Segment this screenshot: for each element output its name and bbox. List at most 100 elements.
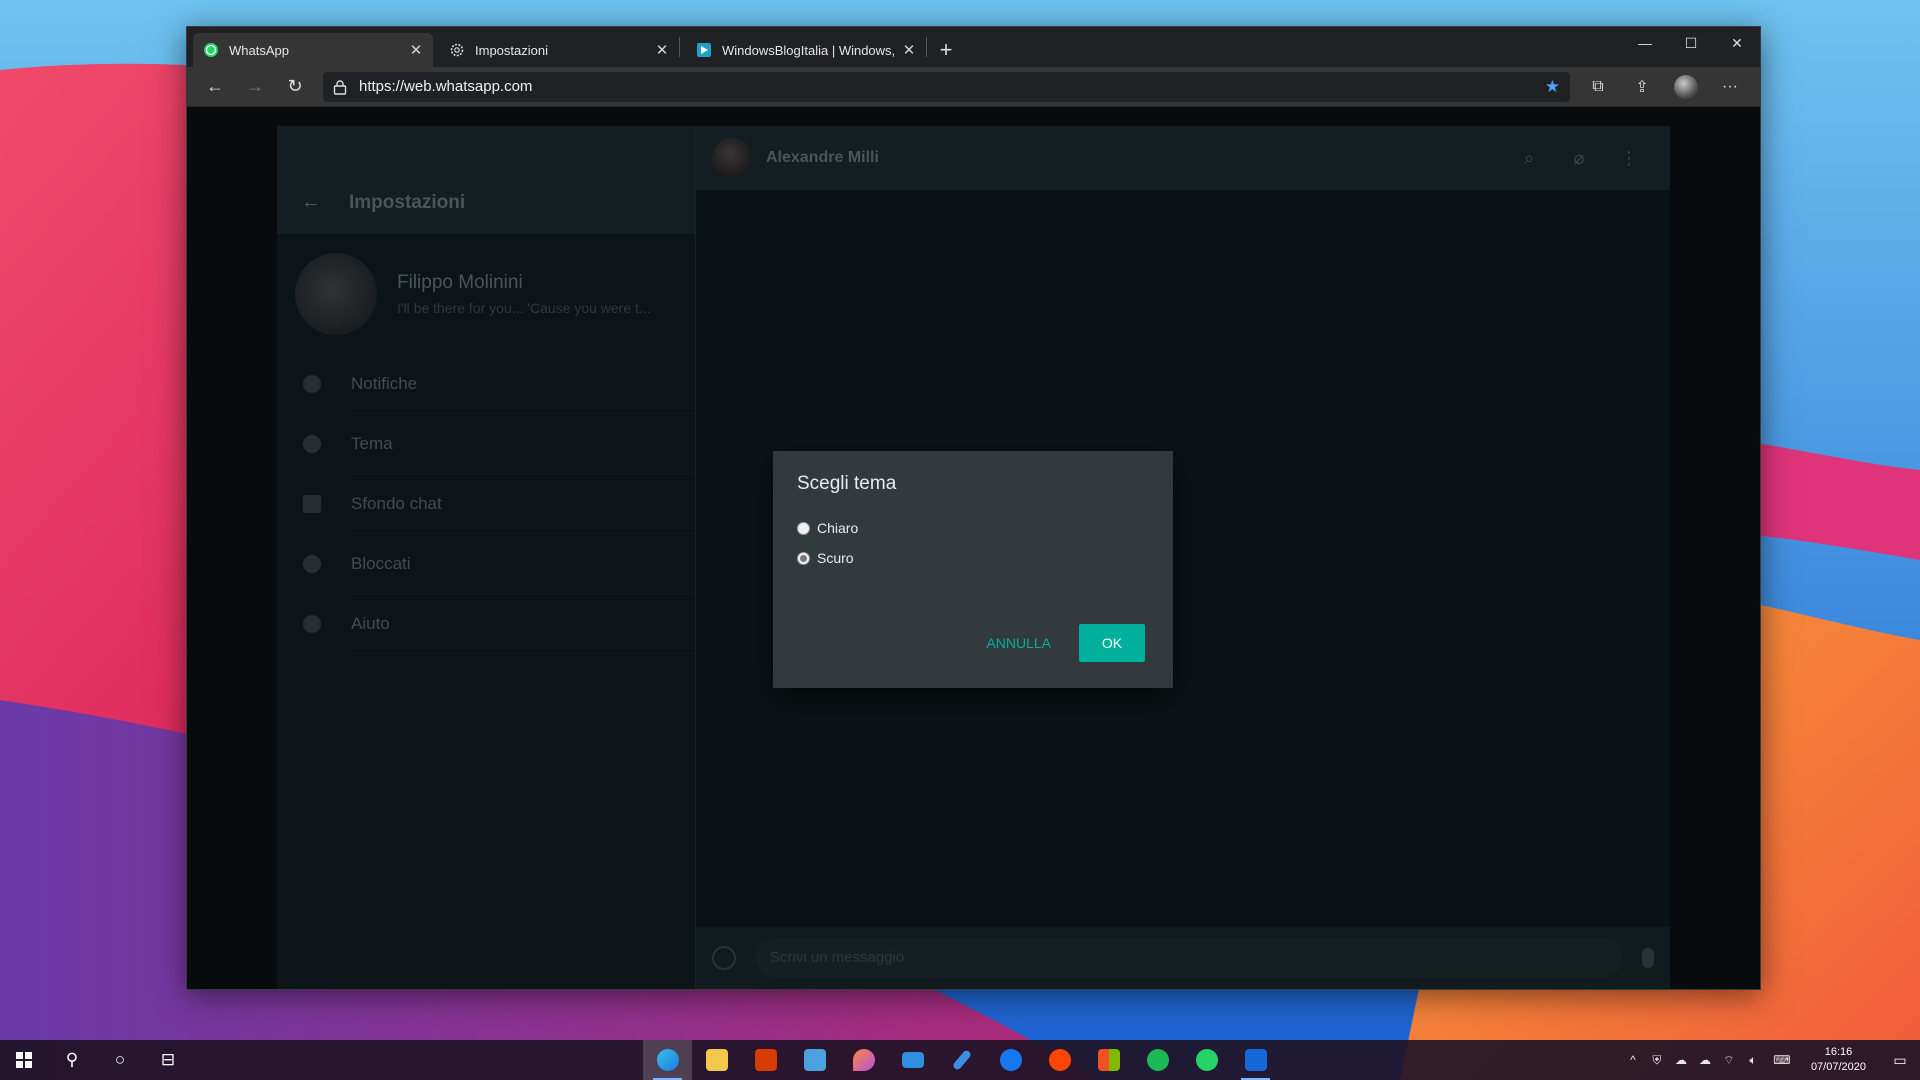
share-button[interactable]: ⇪ (1620, 71, 1664, 103)
chat-contact-name[interactable]: Alexandre Milli (766, 149, 1504, 167)
tab-title: WhatsApp (229, 42, 289, 58)
taskbar-app-edge[interactable] (643, 1040, 692, 1080)
profile-row[interactable]: Filippo Molinini I'll be there for you..… (277, 234, 695, 354)
app-icon (1244, 1049, 1267, 1071)
minimize-button[interactable]: — (1622, 27, 1668, 59)
clock[interactable]: 16:16 07/07/2020 (1811, 1045, 1866, 1075)
avatar[interactable] (712, 138, 752, 178)
settings-item-aiuto[interactable]: Aiuto (277, 594, 695, 654)
taskbar-app-reddit[interactable] (1035, 1040, 1084, 1080)
taskbar-app-spotify[interactable] (1133, 1040, 1182, 1080)
settings-item-tema[interactable]: Tema (277, 414, 695, 474)
theme-icon (303, 435, 321, 453)
more-horizontal-icon: ··· (1722, 77, 1738, 95)
keyboard-icon[interactable]: ⌨ (1765, 1053, 1799, 1067)
radio-option-scuro[interactable]: Scuro (797, 543, 1149, 573)
onedrive-icon[interactable]: ☁ (1669, 1053, 1693, 1067)
paperclip-icon[interactable]: ⌀ (1554, 148, 1604, 169)
taskbar-app-mail[interactable] (888, 1040, 937, 1080)
volume-icon[interactable]: 🔈︎ (1741, 1053, 1765, 1068)
back-arrow-icon[interactable]: ← (301, 191, 321, 214)
profile-button[interactable] (1664, 71, 1708, 103)
collections-button[interactable]: ⧉ (1576, 71, 1620, 103)
refresh-button[interactable]: ↻ (275, 71, 315, 103)
taskbar-left: ⚲ ○ ⊟ (0, 1040, 192, 1080)
tab-bar: WhatsApp ✕ Impostazioni ✕ WindowsBlogIta… (187, 27, 1760, 67)
taskbar-app-generic[interactable] (1231, 1040, 1280, 1080)
notepad-icon (803, 1049, 826, 1071)
taskbar-app-office[interactable] (741, 1040, 790, 1080)
ok-button[interactable]: OK (1079, 624, 1145, 662)
maximize-button[interactable]: ☐ (1668, 27, 1714, 59)
taskbar-app-facebook[interactable] (986, 1040, 1035, 1080)
chevron-up-icon[interactable]: ^ (1621, 1053, 1645, 1067)
start-button[interactable] (0, 1040, 48, 1080)
lock-icon (333, 79, 347, 95)
search-icon[interactable]: ⌕ (1504, 148, 1554, 169)
tab-whatsapp[interactable]: WhatsApp ✕ (193, 33, 433, 67)
taskbar-app-pen[interactable] (937, 1040, 986, 1080)
taskbar-app-store[interactable] (1084, 1040, 1133, 1080)
profile-name: Filippo Molinini (397, 272, 523, 293)
profile-text: Filippo Molinini I'll be there for you..… (397, 272, 651, 316)
close-icon[interactable]: ✕ (655, 41, 669, 59)
settings-item-bloccati[interactable]: Bloccati (277, 534, 695, 594)
paint-icon (852, 1049, 875, 1071)
settings-item-notifiche[interactable]: Notifiche (277, 354, 695, 414)
profile-status: I'll be there for you... 'Cause you were… (397, 300, 651, 316)
cloud-icon[interactable]: ☁ (1693, 1053, 1717, 1067)
chat-header: Alexandre Milli ⌕ ⌀ ⋮ (696, 126, 1670, 190)
reddit-icon (1048, 1049, 1071, 1071)
settings-item-label: Sfondo chat (351, 474, 695, 534)
emoji-icon[interactable] (712, 946, 736, 970)
cancel-button[interactable]: ANNULLA (974, 625, 1063, 661)
search-button[interactable]: ⚲ (48, 1040, 96, 1080)
windows-logo-icon (16, 1052, 32, 1068)
microphone-icon[interactable] (1642, 948, 1654, 968)
tab-impostazioni[interactable]: Impostazioni ✕ (439, 33, 679, 67)
wallpaper-icon (303, 495, 321, 513)
task-view-button[interactable]: ⊟ (144, 1040, 192, 1080)
taskbar-apps (643, 1040, 1280, 1080)
theme-dialog: Scegli tema Chiaro Scuro ANNULLA OK (773, 451, 1173, 688)
radio-option-chiaro[interactable]: Chiaro (797, 513, 1149, 543)
taskbar-app-paint[interactable] (839, 1040, 888, 1080)
forward-button[interactable]: → (235, 71, 275, 103)
settings-item-label: Notifiche (351, 354, 695, 414)
message-input[interactable]: Scrivi un messaggio (756, 938, 1622, 978)
windowsblogitalia-icon (697, 43, 711, 57)
settings-item-sfondo-chat[interactable]: Sfondo chat (277, 474, 695, 534)
notification-center-icon[interactable]: ▭ (1880, 1052, 1920, 1069)
favorite-star-icon[interactable]: ★ (1545, 77, 1560, 97)
url-text: https://web.whatsapp.com (359, 78, 533, 95)
taskbar-app-notepad[interactable] (790, 1040, 839, 1080)
close-window-button[interactable]: ✕ (1714, 27, 1760, 59)
cortana-button[interactable]: ○ (96, 1040, 144, 1080)
settings-item-label: Tema (351, 414, 695, 474)
taskbar-app-whatsapp[interactable] (1182, 1040, 1231, 1080)
settings-item-label: Aiuto (351, 594, 695, 654)
arrow-left-icon: ← (206, 76, 224, 96)
avatar (295, 253, 377, 335)
close-icon[interactable]: ✕ (409, 41, 423, 59)
radio-button[interactable] (797, 521, 810, 535)
task-view-icon: ⊟ (160, 1050, 176, 1069)
address-bar[interactable]: https://web.whatsapp.com ★ (323, 71, 1570, 102)
tab-windowsblogitalia[interactable]: WindowsBlogItalia | Windows, Su ✕ (686, 33, 926, 67)
wifi-icon[interactable]: ⌔ (1717, 1053, 1741, 1068)
radio-button[interactable] (797, 551, 810, 565)
gear-icon (450, 43, 464, 57)
bell-icon (303, 375, 321, 393)
more-vertical-icon[interactable]: ⋮ (1604, 148, 1654, 169)
taskbar-app-file-explorer[interactable] (692, 1040, 741, 1080)
radio-label: Scuro (817, 550, 854, 566)
help-icon (303, 615, 321, 633)
back-button[interactable]: ← (195, 71, 235, 103)
window-controls: — ☐ ✕ (1622, 27, 1760, 59)
new-tab-button[interactable]: + (931, 33, 961, 67)
collections-icon: ⧉ (1592, 77, 1604, 95)
security-shield-icon[interactable]: ⛨ (1645, 1053, 1669, 1068)
edge-icon (656, 1049, 679, 1071)
close-icon[interactable]: ✕ (902, 41, 916, 59)
more-menu-button[interactable]: ··· (1708, 71, 1752, 103)
